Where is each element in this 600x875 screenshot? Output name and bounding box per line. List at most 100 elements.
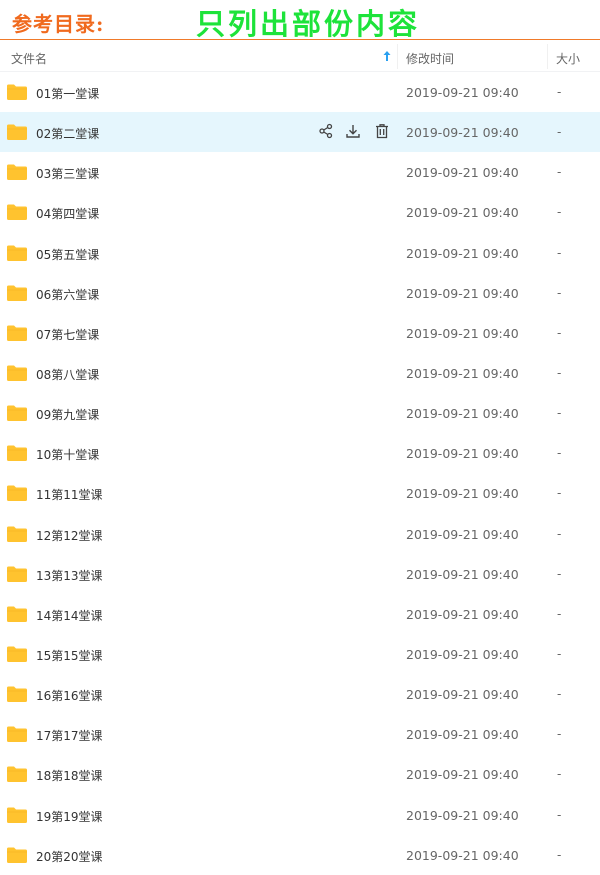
row-actions <box>318 123 394 141</box>
folder-icon <box>7 164 27 181</box>
column-header-modified-time[interactable]: 修改时间 <box>406 50 454 67</box>
file-row[interactable]: 05第五堂课 2019-09-21 09:40 - <box>0 233 600 273</box>
folder-icon <box>7 485 27 502</box>
file-name[interactable]: 09第九堂课 <box>36 406 99 423</box>
folder-icon <box>7 445 27 462</box>
modified-time: 2019-09-21 09:40 <box>406 205 519 221</box>
folder-icon <box>7 325 27 341</box>
file-name[interactable]: 15第15堂课 <box>36 647 103 664</box>
modified-time: 2019-09-21 09:40 <box>406 325 519 341</box>
file-row[interactable]: 10第十堂课 2019-09-21 09:40 - <box>0 433 600 473</box>
modified-time: 2019-09-21 09:40 <box>406 847 519 863</box>
folder-icon <box>7 807 27 823</box>
file-row[interactable]: 09第九堂课 2019-09-21 09:40 - <box>0 393 600 433</box>
file-row[interactable]: 11第11堂课 2019-09-21 09:40 - <box>0 473 600 513</box>
modified-time: 2019-09-21 09:40 <box>406 85 519 100</box>
column-divider[interactable] <box>397 44 398 69</box>
folder-icon <box>7 405 27 422</box>
file-name[interactable]: 16第16堂课 <box>36 687 103 704</box>
file-name[interactable]: 03第三堂课 <box>36 165 99 182</box>
download-icon[interactable] <box>345 123 361 139</box>
file-row[interactable]: 14第14堂课 2019-09-21 09:40 - <box>0 594 600 634</box>
modified-time: 2019-09-21 09:40 <box>406 165 519 181</box>
file-row[interactable]: 19第19堂课 2019-09-21 09:40 - <box>0 795 600 835</box>
file-name[interactable]: 18第18堂课 <box>36 767 103 784</box>
file-name[interactable]: 10第十堂课 <box>36 446 99 463</box>
file-size: - <box>557 365 562 380</box>
modified-time: 2019-09-21 09:40 <box>406 646 519 662</box>
modified-time: 2019-09-21 09:40 <box>406 727 519 743</box>
file-size: - <box>557 245 562 260</box>
folder-icon <box>7 847 27 863</box>
file-row[interactable]: 07第七堂课 2019-09-21 09:40 - <box>0 313 600 353</box>
file-size: - <box>557 727 562 742</box>
file-row[interactable]: 13第13堂课 2019-09-21 09:40 - <box>0 554 600 594</box>
folder-icon <box>7 686 27 703</box>
file-row[interactable]: 17第17堂课 2019-09-21 09:40 - <box>0 714 600 754</box>
file-row[interactable]: 16第16堂课 2019-09-21 09:40 - <box>0 674 600 714</box>
column-divider[interactable] <box>547 44 548 69</box>
file-size: - <box>557 125 562 140</box>
file-name[interactable]: 19第19堂课 <box>36 808 103 825</box>
folder-icon <box>7 646 27 662</box>
banner-left-text: 参考目录: <box>12 12 105 36</box>
banner: 参考目录: 只列出部份内容 <box>0 0 600 41</box>
file-size: - <box>557 606 562 621</box>
file-size: - <box>557 285 562 300</box>
modified-time: 2019-09-21 09:40 <box>406 767 519 783</box>
modified-time: 2019-09-21 09:40 <box>406 285 519 301</box>
file-size: - <box>557 325 562 340</box>
file-size: - <box>557 486 562 501</box>
file-name[interactable]: 05第五堂课 <box>36 246 99 263</box>
sort-ascending-icon[interactable] <box>382 50 392 62</box>
file-row[interactable]: 12第12堂课 2019-09-21 09:40 - <box>0 514 600 554</box>
file-row[interactable]: 08第八堂课 2019-09-21 09:40 - <box>0 353 600 393</box>
share-icon[interactable] <box>318 123 334 139</box>
file-row[interactable]: 20第20堂课 2019-09-21 09:40 - <box>0 835 600 875</box>
file-size: - <box>557 205 562 220</box>
file-row[interactable]: 06第六堂课 2019-09-21 09:40 - <box>0 273 600 313</box>
file-size: - <box>557 85 562 99</box>
folder-icon <box>7 245 27 261</box>
file-name[interactable]: 02第二堂课 <box>36 125 99 142</box>
file-size: - <box>557 406 562 421</box>
file-row[interactable]: 03第三堂课 2019-09-21 09:40 - <box>0 152 600 192</box>
file-size: - <box>557 566 562 581</box>
file-name[interactable]: 04第四堂课 <box>36 205 99 222</box>
folder-icon <box>7 204 27 221</box>
folder-icon <box>7 606 27 622</box>
file-size: - <box>557 687 562 702</box>
file-row[interactable]: 02第二堂课 2019-09-21 09:40 - <box>0 112 600 153</box>
folder-icon <box>7 726 27 743</box>
folder-icon <box>7 766 27 783</box>
file-size: - <box>557 847 562 862</box>
folder-icon <box>7 566 27 582</box>
file-name[interactable]: 06第六堂课 <box>36 286 99 303</box>
delete-icon[interactable] <box>374 123 390 139</box>
folder-icon <box>7 365 27 381</box>
file-name[interactable]: 14第14堂课 <box>36 607 103 624</box>
modified-time: 2019-09-21 09:40 <box>406 566 519 582</box>
file-row[interactable]: 15第15堂课 2019-09-21 09:40 - <box>0 634 600 674</box>
file-name[interactable]: 08第八堂课 <box>36 366 99 383</box>
file-size: - <box>557 165 562 180</box>
file-name[interactable]: 17第17堂课 <box>36 727 103 744</box>
file-row[interactable]: 01第一堂课 2019-09-21 09:40 - <box>0 72 600 112</box>
modified-time: 2019-09-21 09:40 <box>406 807 519 823</box>
file-name[interactable]: 01第一堂课 <box>36 85 99 102</box>
file-name[interactable]: 07第七堂课 <box>36 326 99 343</box>
file-size: - <box>557 646 562 661</box>
file-name[interactable]: 12第12堂课 <box>36 527 103 544</box>
column-header-filename[interactable]: 文件名 <box>11 50 47 67</box>
file-row[interactable]: 18第18堂课 2019-09-21 09:40 - <box>0 754 600 794</box>
file-name[interactable]: 13第13堂课 <box>36 567 103 584</box>
folder-icon <box>7 124 27 141</box>
file-row[interactable]: 04第四堂课 2019-09-21 09:40 - <box>0 192 600 232</box>
file-name[interactable]: 11第11堂课 <box>36 486 103 503</box>
modified-time: 2019-09-21 09:40 <box>406 526 519 542</box>
column-header-size[interactable]: 大小 <box>556 50 580 67</box>
file-name[interactable]: 20第20堂课 <box>36 848 103 865</box>
modified-time: 2019-09-21 09:40 <box>406 486 519 502</box>
file-list: 01第一堂课 2019-09-21 09:40 - 02第二堂课 2019-09-21 … <box>0 72 600 875</box>
modified-time: 2019-09-21 09:40 <box>406 125 519 141</box>
